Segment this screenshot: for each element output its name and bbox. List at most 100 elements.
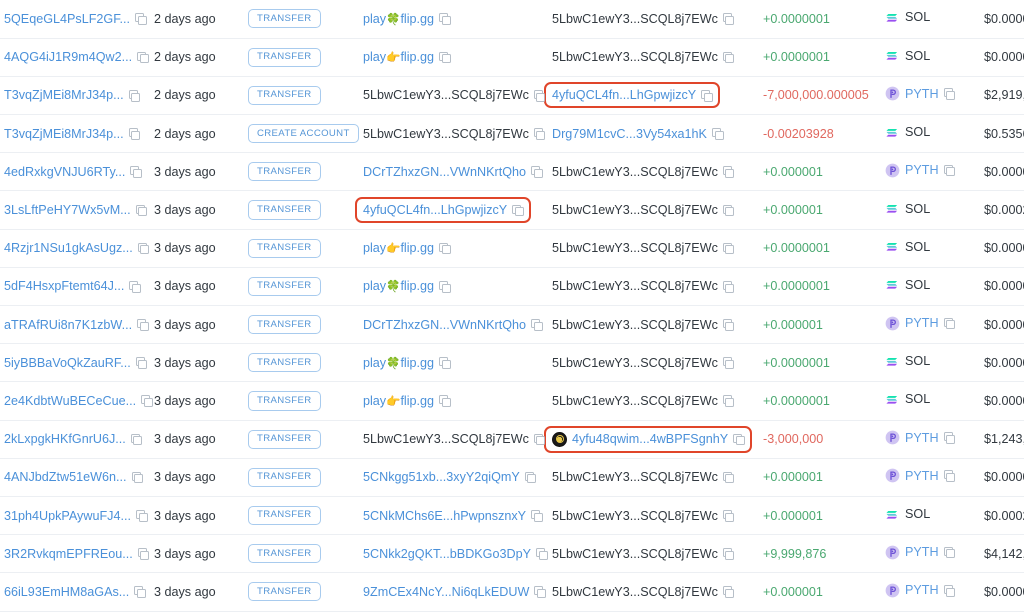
signature-label[interactable]: 4ANJbdZtw51eW6n...	[4, 470, 127, 484]
copy-icon[interactable]	[722, 395, 735, 408]
table-row[interactable]: 31ph4UpkPAywuFJ4... 3 days ago TRANSFER 5CN…	[0, 496, 1024, 536]
copy-icon[interactable]	[129, 280, 141, 293]
copy-icon[interactable]	[943, 546, 956, 559]
signature-label[interactable]: 4Rzjr1NSu1gkAsUgz...	[4, 241, 133, 255]
copy-icon[interactable]	[536, 548, 548, 560]
copy-icon[interactable]	[531, 319, 543, 331]
from-address-label[interactable]: DCrTZhxzGN...VWnNKrtQho	[363, 318, 526, 332]
table-row[interactable]: T3vqZjMEi8MrJ34p... 2 days ago CREATE ACCO…	[0, 114, 1024, 154]
token-label[interactable]: PYTH	[905, 431, 939, 445]
table-row[interactable]: 66iL93EmHM8aGAs... 3 days ago TRANSFER 9ZmC…	[0, 572, 1024, 612]
copy-icon[interactable]	[130, 166, 142, 178]
copy-icon[interactable]	[943, 317, 956, 330]
signature-label[interactable]: 3R2RvkqmEPFREou...	[4, 547, 133, 561]
copy-icon[interactable]	[722, 204, 735, 217]
copy-icon[interactable]	[534, 586, 546, 599]
signature-label[interactable]: 2e4KdbtWuBECeCue...	[4, 394, 136, 408]
instruction-type-badge[interactable]: TRANSFER	[248, 391, 321, 411]
table-row[interactable]: 4edRxkgVNJU6RTy... 3 days ago TRANSFER DCrT…	[0, 152, 1024, 192]
copy-icon[interactable]	[722, 586, 735, 599]
token-label[interactable]: PYTH	[905, 545, 939, 559]
copy-icon[interactable]	[722, 51, 735, 64]
token-label[interactable]: PYTH	[905, 469, 939, 483]
signature-label[interactable]: 66iL93EmHM8aGAs...	[4, 585, 129, 599]
instruction-type-badge[interactable]: TRANSFER	[248, 276, 321, 296]
table-row[interactable]: 2e4KdbtWuBECeCue... 3 days ago TRANSFER pla…	[0, 381, 1024, 421]
instruction-type-badge[interactable]: TRANSFER	[248, 9, 321, 29]
copy-icon[interactable]	[943, 584, 956, 597]
from-address-label[interactable]: play👉flip.gg	[363, 50, 434, 65]
copy-icon[interactable]	[943, 164, 956, 177]
table-row[interactable]: 3LsLftPeHY7Wx5vM... 3 days ago TRANSFER 4yf…	[0, 190, 1024, 230]
copy-icon[interactable]	[135, 510, 148, 522]
signature-label[interactable]: 5dF4HsxpFtemt64J...	[4, 279, 124, 293]
to-address-label[interactable]: 4yfu48qwim...4wBPFSgnhY	[572, 432, 728, 446]
instruction-type-badge[interactable]: TRANSFER	[248, 47, 321, 67]
copy-icon[interactable]	[135, 357, 148, 369]
to-address-label[interactable]: 4yfuQCL4fn...LhGpwjizcY	[552, 88, 696, 102]
copy-icon[interactable]	[131, 471, 144, 484]
copy-icon[interactable]	[135, 13, 147, 25]
signature-label[interactable]: T3vqZjMEi8MrJ34p...	[4, 88, 124, 102]
table-row[interactable]: 5iyBBBaVoQkZauRF... 3 days ago TRANSFER pla…	[0, 343, 1024, 383]
instruction-type-badge[interactable]: TRANSFER	[248, 467, 321, 487]
copy-icon[interactable]	[135, 204, 148, 217]
instruction-type-badge[interactable]: TRANSFER	[248, 582, 321, 602]
copy-icon[interactable]	[439, 395, 451, 408]
copy-icon[interactable]	[533, 128, 546, 140]
from-address-label[interactable]: play🍀flip.gg	[363, 12, 434, 27]
copy-icon[interactable]	[524, 471, 537, 484]
instruction-type-badge[interactable]: CREATE ACCOUNT	[248, 124, 359, 144]
table-row[interactable]: 2kLxpgkHKfGnrU6J... 3 days ago TRANSFER 5Lb…	[0, 420, 1024, 459]
copy-icon[interactable]	[137, 548, 150, 560]
signature-label[interactable]: 5QEqeGL4PsLF2GF...	[4, 12, 130, 26]
instruction-type-badge[interactable]: TRANSFER	[248, 162, 321, 182]
table-row[interactable]: 3R2RvkqmEPFREou... 3 days ago TRANSFER 5CNk…	[0, 534, 1024, 574]
copy-icon[interactable]	[943, 470, 956, 482]
token-label[interactable]: PYTH	[905, 316, 939, 330]
from-address-label[interactable]: 9ZmCEx4NcY...Ni6qLkEDUW	[363, 585, 529, 599]
copy-icon[interactable]	[701, 89, 713, 102]
instruction-type-badge[interactable]: TRANSFER	[248, 429, 321, 449]
signature-label[interactable]: T3vqZjMEi8MrJ34p...	[4, 127, 124, 141]
copy-icon[interactable]	[533, 433, 546, 446]
table-row[interactable]: 4ANJbdZtw51eW6n... 3 days ago TRANSFER 5CNk…	[0, 458, 1024, 497]
token-label[interactable]: PYTH	[905, 163, 939, 177]
copy-icon[interactable]	[531, 166, 543, 178]
table-row[interactable]: 4AQG4iJ1R9m4Qw2... 2 days ago TRANSFER play…	[0, 38, 1024, 77]
copy-icon[interactable]	[722, 242, 735, 255]
instruction-type-badge[interactable]: TRANSFER	[248, 544, 321, 564]
copy-icon[interactable]	[439, 51, 451, 64]
copy-icon[interactable]	[512, 204, 524, 217]
table-row[interactable]: 4Rzjr1NSu1gkAsUgz... 3 days ago TRANSFER pl…	[0, 229, 1024, 268]
instruction-type-badge[interactable]: TRANSFER	[248, 315, 321, 335]
table-row[interactable]: 5QEqeGL4PsLF2GF... 2 days ago TRANSFER play…	[0, 0, 1024, 39]
copy-icon[interactable]	[711, 128, 724, 140]
from-address-label[interactable]: play🍀flip.gg	[363, 356, 434, 371]
token-label[interactable]: PYTH	[905, 583, 939, 597]
from-address-label[interactable]: play👉flip.gg	[363, 241, 434, 256]
token-label[interactable]: PYTH	[905, 87, 939, 101]
from-address-label[interactable]: 4yfuQCL4fn...LhGpwjizcY	[363, 203, 507, 217]
copy-icon[interactable]	[439, 357, 451, 369]
copy-icon[interactable]	[533, 89, 546, 102]
copy-icon[interactable]	[439, 13, 451, 25]
copy-icon[interactable]	[943, 88, 956, 101]
copy-icon[interactable]	[733, 433, 745, 446]
signature-label[interactable]: aTRAfRUi8n7K1zbW...	[4, 318, 132, 332]
signature-label[interactable]: 3LsLftPeHY7Wx5vM...	[4, 203, 131, 217]
instruction-type-badge[interactable]: TRANSFER	[248, 353, 321, 373]
copy-icon[interactable]	[130, 433, 143, 446]
copy-icon[interactable]	[531, 510, 543, 522]
from-address-label[interactable]: 5CNkMChs6E...hPwpnsznxY	[363, 509, 526, 523]
signature-label[interactable]: 5iyBBBaVoQkZauRF...	[4, 356, 131, 370]
copy-icon[interactable]	[439, 242, 451, 255]
copy-icon[interactable]	[722, 357, 735, 369]
instruction-type-badge[interactable]: TRANSFER	[248, 200, 321, 220]
signature-label[interactable]: 31ph4UpkPAywuFJ4...	[4, 509, 131, 523]
copy-icon[interactable]	[137, 319, 149, 331]
copy-icon[interactable]	[722, 471, 735, 484]
copy-icon[interactable]	[722, 280, 735, 293]
copy-icon[interactable]	[943, 432, 956, 444]
signature-label[interactable]: 2kLxpgkHKfGnrU6J...	[4, 432, 126, 446]
